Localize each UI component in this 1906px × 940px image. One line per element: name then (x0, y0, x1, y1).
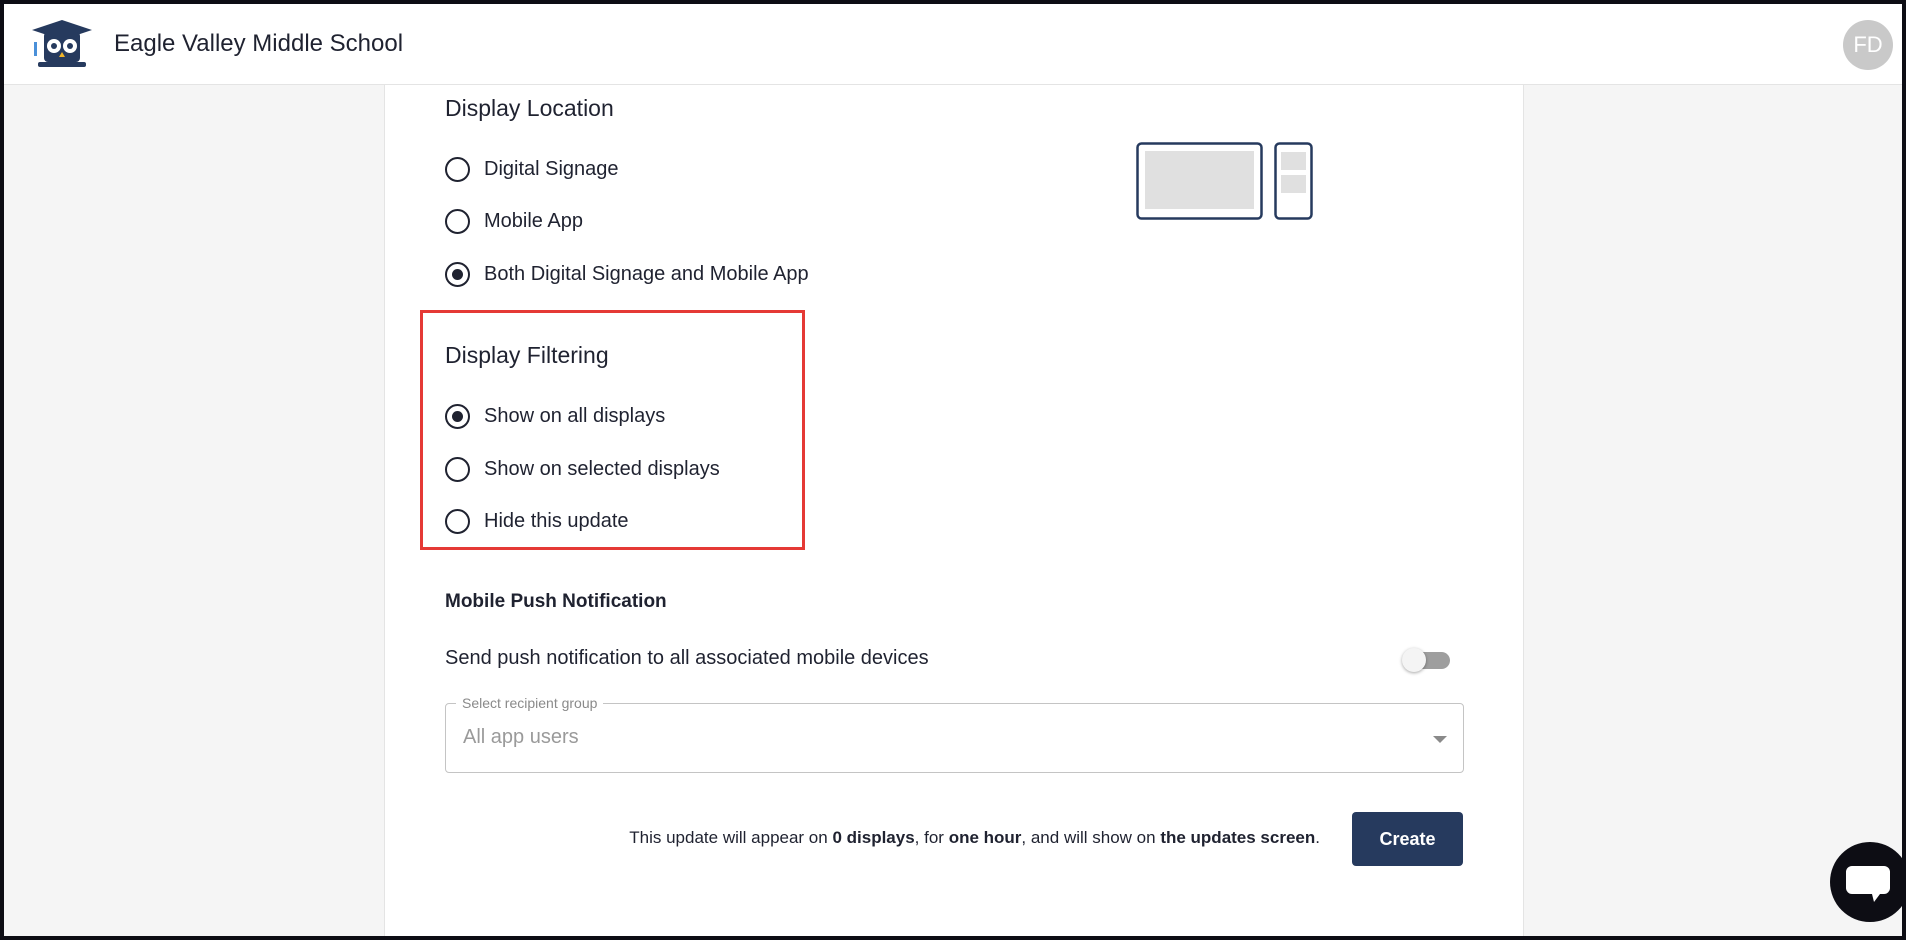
radio-label: Show on all displays (484, 405, 666, 427)
radio-label: Show on selected displays (484, 458, 720, 480)
display-filtering-title: Display Filtering (445, 342, 609, 368)
radio-label: Hide this update (484, 510, 629, 532)
radio-mobile-app[interactable]: Mobile App (445, 209, 583, 234)
radio-button[interactable] (445, 457, 470, 482)
radio-button-selected[interactable] (445, 262, 470, 287)
radio-both[interactable]: Both Digital Signage and Mobile App (445, 262, 809, 287)
owl-logo-icon (30, 18, 94, 70)
summary-mid2: , and will show on (1021, 828, 1161, 847)
radio-label: Both Digital Signage and Mobile App (484, 263, 809, 285)
summary-prefix: This update will appear on (629, 828, 833, 847)
user-avatar[interactable]: FD (1843, 20, 1893, 70)
radio-button-selected[interactable] (445, 404, 470, 429)
summary-displays: 0 displays (832, 828, 915, 847)
top-bar: Eagle Valley Middle School FD (0, 0, 1906, 85)
radio-hide-update[interactable]: Hide this update (445, 509, 629, 534)
caret-down-icon (1433, 736, 1447, 743)
radio-button[interactable] (445, 509, 470, 534)
create-button[interactable]: Create (1352, 812, 1463, 866)
radio-show-all[interactable]: Show on all displays (445, 404, 665, 429)
radio-label: Mobile App (484, 210, 583, 232)
school-name: Eagle Valley Middle School (114, 30, 404, 57)
radio-digital-signage[interactable]: Digital Signage (445, 157, 619, 182)
recipient-group-legend: Select recipient group (456, 695, 604, 711)
radio-button[interactable] (445, 209, 470, 234)
push-toggle-switch[interactable] (1402, 648, 1450, 672)
radio-show-selected[interactable]: Show on selected displays (445, 457, 720, 482)
display-location-title: Display Location (445, 95, 614, 121)
summary-duration: one hour (948, 828, 1022, 847)
chat-launcher-button[interactable] (1830, 842, 1906, 922)
summary-suffix: . (1315, 828, 1320, 847)
summary-screen: the updates screen (1160, 828, 1316, 847)
recipient-group-value: All app users (463, 726, 579, 748)
push-section-title: Mobile Push Notification (445, 591, 667, 612)
recipient-group-select[interactable]: Select recipient group All app users (445, 695, 1464, 773)
display-and-phone-icon (1136, 142, 1314, 220)
toggle-thumb (1402, 648, 1426, 672)
summary-mid1: , for (914, 828, 949, 847)
radio-button[interactable] (445, 157, 470, 182)
update-summary: This update will appear on 0 displays, f… (629, 828, 1320, 848)
push-toggle-label: Send push notification to all associated… (445, 647, 929, 669)
chat-bubble-icon (1846, 866, 1890, 902)
radio-label: Digital Signage (484, 158, 619, 180)
